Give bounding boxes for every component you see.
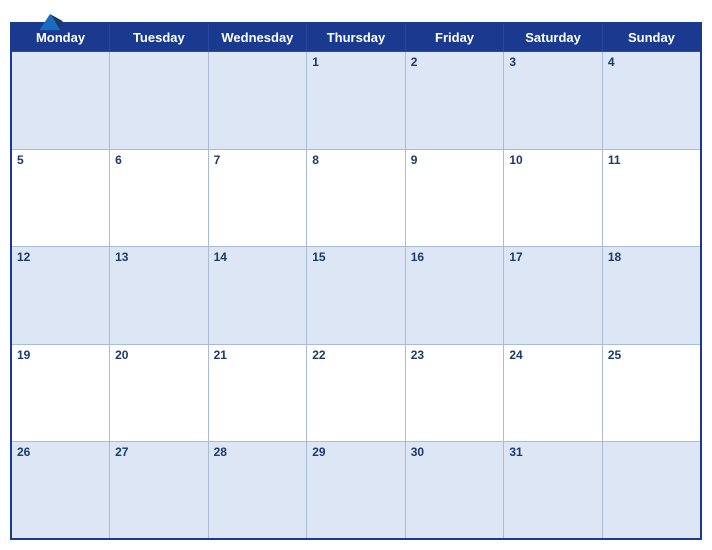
calendar-day-cell: 19 [11,344,110,442]
calendar-day-cell: 31 [504,442,603,540]
calendar-day-cell: 16 [405,247,504,345]
calendar-day-cell: 23 [405,344,504,442]
calendar-day-cell: 5 [11,149,110,247]
logo-icon [36,10,64,32]
day-number: 8 [312,153,319,167]
day-number: 11 [608,153,621,167]
day-number: 28 [214,445,227,459]
day-number: 10 [509,153,522,167]
logo-area [10,10,90,33]
weekday-header-friday: Friday [405,23,504,52]
day-number: 1 [312,55,319,69]
day-number: 27 [115,445,128,459]
day-number: 31 [509,445,522,459]
calendar-day-cell: 21 [208,344,307,442]
calendar-day-cell: 2 [405,52,504,150]
weekday-header-tuesday: Tuesday [110,23,209,52]
calendar-day-cell [11,52,110,150]
day-number: 22 [312,348,325,362]
weekday-header-thursday: Thursday [307,23,406,52]
day-number: 4 [608,55,615,69]
calendar-day-cell: 30 [405,442,504,540]
calendar-body: 1234567891011121314151617181920212223242… [11,52,701,540]
calendar-day-cell: 25 [602,344,701,442]
day-number: 18 [608,250,621,264]
calendar-day-cell: 18 [602,247,701,345]
weekday-header-sunday: Sunday [602,23,701,52]
calendar-day-cell: 9 [405,149,504,247]
day-number: 21 [214,348,227,362]
calendar-day-cell: 7 [208,149,307,247]
calendar-day-cell: 26 [11,442,110,540]
day-number: 30 [411,445,424,459]
day-number: 23 [411,348,424,362]
calendar-day-cell: 20 [110,344,209,442]
calendar-thead: MondayTuesdayWednesdayThursdayFridaySatu… [11,23,701,52]
calendar-day-cell: 13 [110,247,209,345]
calendar-day-cell [110,52,209,150]
calendar-day-cell: 24 [504,344,603,442]
calendar-day-cell: 15 [307,247,406,345]
calendar-table: MondayTuesdayWednesdayThursdayFridaySatu… [10,22,702,540]
day-number: 24 [509,348,522,362]
day-number: 16 [411,250,424,264]
calendar-day-cell: 1 [307,52,406,150]
calendar-day-cell: 8 [307,149,406,247]
calendar-week-row: 26 27 28 29 30 31 [11,442,701,540]
day-number: 20 [115,348,128,362]
day-number: 6 [115,153,122,167]
day-number: 15 [312,250,325,264]
day-number: 25 [608,348,621,362]
calendar-header [10,10,702,22]
calendar-day-cell: 17 [504,247,603,345]
day-number: 19 [17,348,30,362]
calendar-week-row: 5 6 7 8 9 10 11 [11,149,701,247]
weekday-header-saturday: Saturday [504,23,603,52]
day-number: 9 [411,153,418,167]
day-number: 3 [509,55,516,69]
calendar-day-cell [208,52,307,150]
calendar-day-cell [602,442,701,540]
calendar-day-cell: 6 [110,149,209,247]
calendar-day-cell: 10 [504,149,603,247]
day-number: 29 [312,445,325,459]
day-number: 5 [17,153,24,167]
calendar-day-cell: 3 [504,52,603,150]
calendar-week-row: 19 20 21 22 23 24 25 [11,344,701,442]
weekday-header-row: MondayTuesdayWednesdayThursdayFridaySatu… [11,23,701,52]
weekday-header-wednesday: Wednesday [208,23,307,52]
calendar-week-row: 1 2 3 4 [11,52,701,150]
calendar-day-cell: 27 [110,442,209,540]
calendar-day-cell: 28 [208,442,307,540]
calendar-day-cell: 12 [11,247,110,345]
calendar-day-cell: 22 [307,344,406,442]
day-number: 13 [115,250,128,264]
calendar-week-row: 12 13 14 15 16 17 18 [11,247,701,345]
calendar-container: MondayTuesdayWednesdayThursdayFridaySatu… [0,0,712,550]
day-number: 2 [411,55,418,69]
day-number: 14 [214,250,227,264]
day-number: 26 [17,445,30,459]
calendar-day-cell: 11 [602,149,701,247]
day-number: 7 [214,153,221,167]
calendar-day-cell: 4 [602,52,701,150]
day-number: 12 [17,250,30,264]
day-number: 17 [509,250,522,264]
calendar-day-cell: 29 [307,442,406,540]
calendar-day-cell: 14 [208,247,307,345]
